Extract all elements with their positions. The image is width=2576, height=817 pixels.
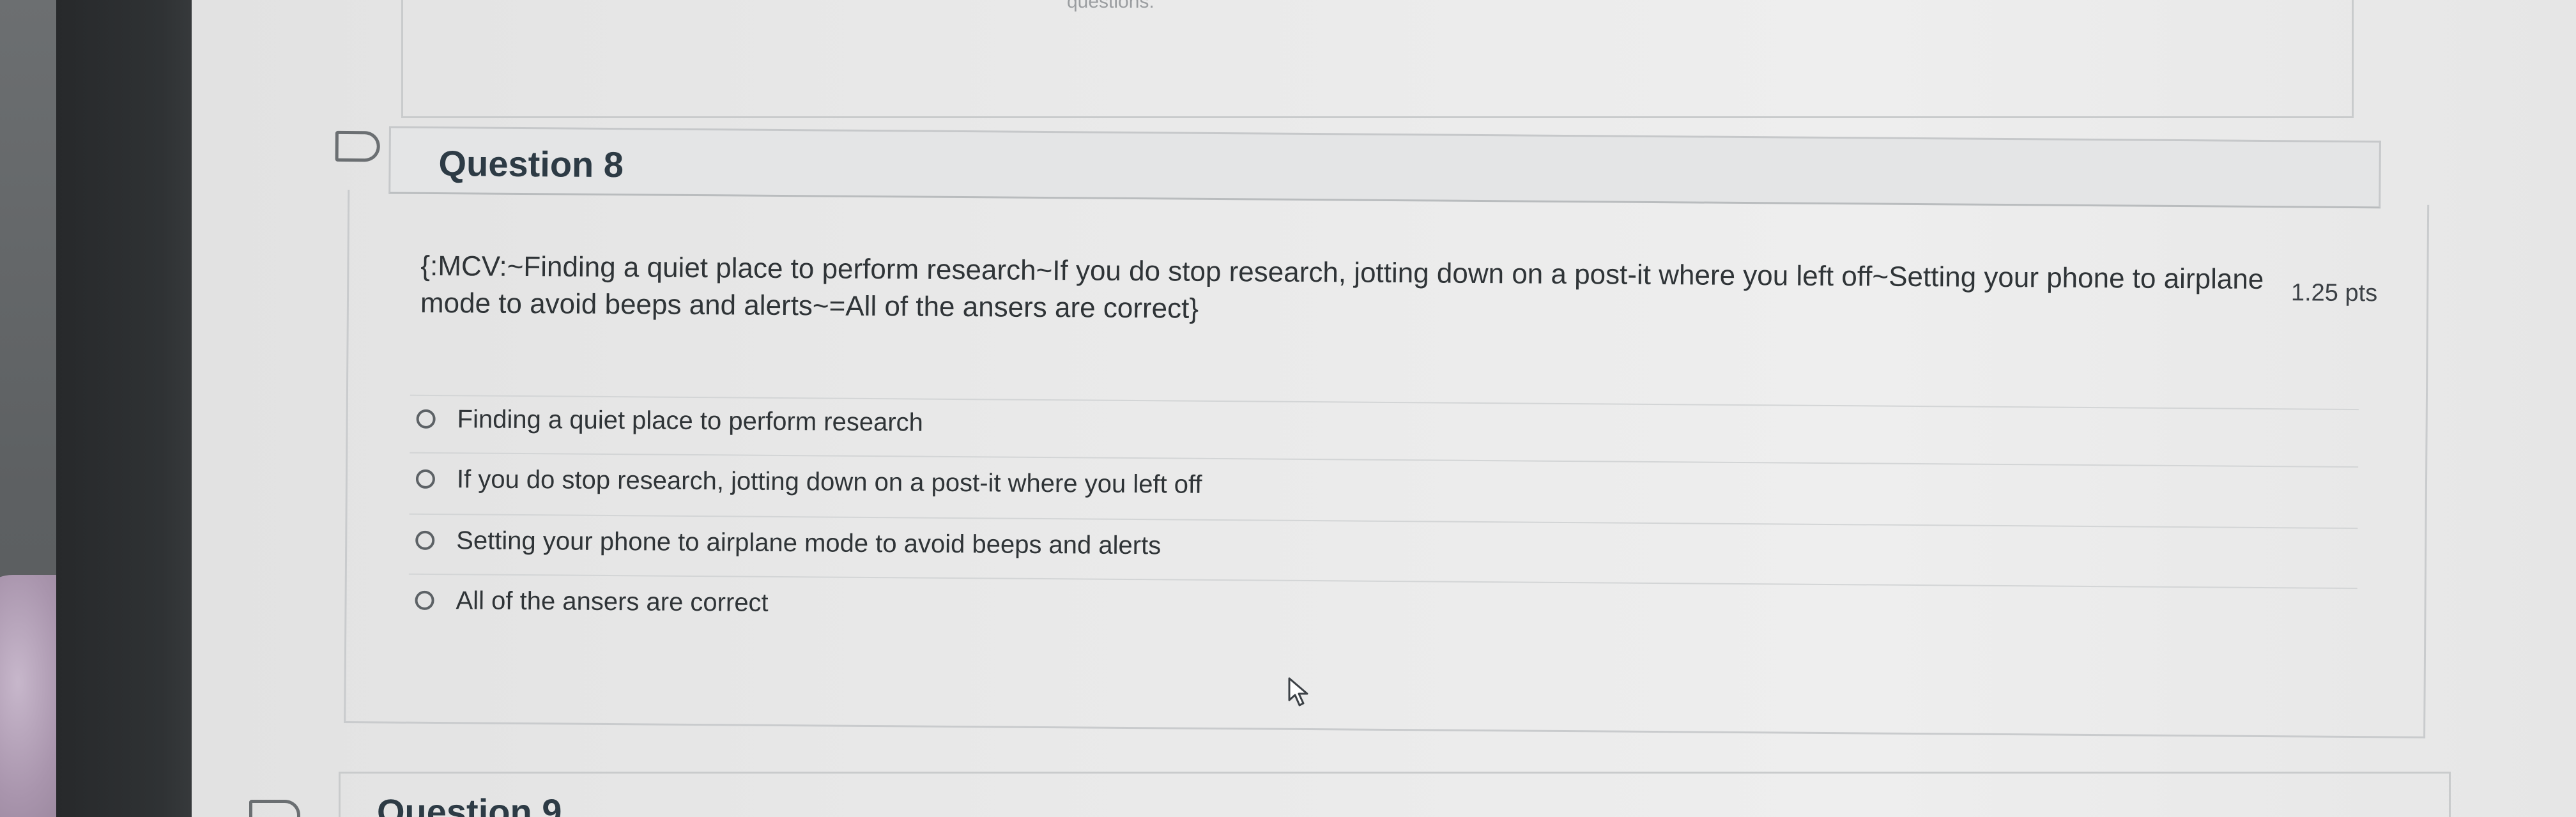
mouse-pointer-icon (1288, 677, 1308, 706)
next-question-title: Question 9 (377, 791, 562, 817)
flag-icon[interactable] (335, 130, 380, 162)
answer-option[interactable]: All of the ansers are correct (415, 581, 769, 622)
answer-option[interactable]: Finding a quiet place to perform researc… (416, 400, 923, 442)
flag-icon[interactable] (249, 800, 300, 817)
previous-question-card (401, 0, 2354, 118)
answer-label: If you do stop research, jotting down on… (456, 464, 1202, 499)
next-question-card (339, 772, 2451, 817)
answer-option[interactable]: Setting your phone to airplane mode to a… (415, 521, 1161, 565)
question-prompt: {:MCV:~Finding a quiet place to perform … (420, 250, 2264, 325)
answer-label: Setting your phone to airplane mode to a… (456, 526, 1162, 560)
question-card: Question 8 1.25 pts {:MCV:~Finding a qui… (335, 126, 2430, 738)
answer-label: All of the ansers are correct (456, 586, 769, 617)
radio-icon[interactable] (415, 590, 434, 611)
radio-icon[interactable] (415, 530, 435, 551)
previous-question-text: questions. (1067, 0, 1154, 12)
monitor-bezel (56, 0, 206, 817)
answer-option[interactable]: If you do stop research, jotting down on… (415, 460, 1202, 504)
radio-icon[interactable] (416, 409, 436, 429)
question-title: Question 8 (438, 143, 624, 185)
answer-label: Finding a quiet place to perform researc… (457, 404, 924, 437)
radio-icon[interactable] (415, 469, 436, 489)
